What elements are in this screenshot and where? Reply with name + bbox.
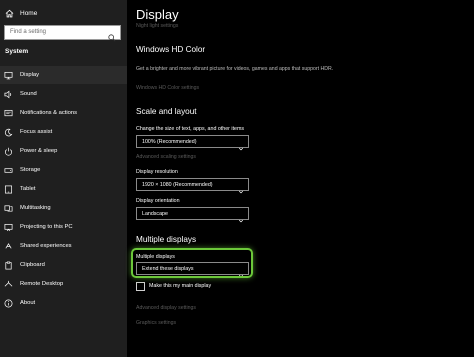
search-input[interactable]: Find a setting — [4, 25, 121, 42]
sidebar-item-label: About — [20, 300, 36, 306]
orientation-dropdown-value: Landscape — [142, 211, 168, 217]
sidebar-item-focus-assist[interactable]: Focus assist — [0, 123, 127, 141]
sidebar-item-label: Tablet — [20, 186, 36, 192]
home-nav-item[interactable]: Home — [5, 9, 37, 18]
sidebar-item-remote-desktop[interactable]: Remote Desktop — [0, 275, 127, 293]
sidebar-item-label: Focus assist — [20, 129, 53, 135]
resolution-dropdown[interactable]: 1920 × 1080 (Recommended) — [136, 178, 249, 194]
sidebar-item-multitasking[interactable]: Multitasking — [0, 199, 127, 217]
sidebar-item-tablet[interactable]: Tablet — [0, 180, 127, 198]
home-icon — [5, 9, 14, 18]
home-label: Home — [20, 10, 38, 17]
sidebar-item-display[interactable]: Display — [0, 66, 127, 84]
remote-icon — [4, 280, 13, 289]
clipboard-icon — [4, 261, 13, 270]
sidebar-item-label: Display — [20, 72, 40, 78]
sidebar-section-title: System — [5, 48, 29, 55]
scale-layout-heading: Scale and layout — [136, 107, 197, 116]
scale-dropdown-value: 100% (Recommended) — [142, 139, 197, 145]
night-light-settings-link[interactable]: Night light settings — [136, 23, 178, 29]
moon-icon — [4, 128, 13, 137]
chevron-down-icon — [238, 182, 244, 200]
multitasking-icon — [4, 204, 13, 213]
multiple-displays-heading: Multiple displays — [136, 235, 197, 244]
sidebar-item-label: Power & sleep — [20, 148, 58, 154]
sidebar-item-storage[interactable]: Storage — [0, 161, 127, 179]
sidebar-item-power-sleep[interactable]: Power & sleep — [0, 142, 127, 160]
storage-icon — [4, 166, 13, 175]
hd-color-heading: Windows HD Color — [136, 45, 206, 54]
search-icon[interactable] — [108, 29, 116, 47]
sidebar-item-label: Notifications & actions — [20, 110, 78, 116]
sidebar-item-label: Projecting to this PC — [20, 224, 73, 230]
settings-sidebar: Home Find a setting System Display Sound… — [0, 0, 127, 357]
power-icon — [4, 147, 13, 156]
advanced-scaling-link[interactable]: Advanced scaling settings — [136, 154, 196, 160]
scale-size-label: Change the size of text, apps, and other… — [136, 126, 245, 132]
main-display-checkbox[interactable] — [136, 282, 145, 291]
graphics-settings-link[interactable]: Graphics settings — [136, 320, 176, 326]
page-title: Display — [136, 7, 179, 22]
scale-dropdown[interactable]: 100% (Recommended) — [136, 135, 249, 151]
sidebar-item-about[interactable]: About — [0, 294, 127, 312]
sidebar-item-shared-experiences[interactable]: Shared experiences — [0, 237, 127, 255]
tablet-icon — [4, 185, 13, 194]
shared-icon — [4, 242, 13, 251]
sidebar-item-sound[interactable]: Sound — [0, 85, 127, 103]
hd-color-description: Get a brighter and more vibrant picture … — [136, 66, 334, 72]
advanced-display-settings-link[interactable]: Advanced display settings — [136, 305, 196, 311]
monitor-icon — [4, 71, 13, 80]
sidebar-item-notifications[interactable]: Notifications & actions — [0, 104, 127, 122]
speaker-icon — [4, 90, 13, 99]
sidebar-item-clipboard[interactable]: Clipboard — [0, 256, 127, 274]
sidebar-item-label: Storage — [20, 167, 41, 173]
sidebar-item-projecting[interactable]: Projecting to this PC — [0, 218, 127, 236]
hd-color-settings-link[interactable]: Windows HD Color settings — [136, 85, 199, 91]
search-placeholder: Find a setting — [10, 29, 47, 35]
orientation-label: Display orientation — [136, 198, 180, 204]
sidebar-item-label: Sound — [20, 91, 37, 97]
main-display-label: Make this my main display — [149, 283, 212, 289]
chevron-down-icon — [238, 139, 244, 157]
sidebar-item-label: Shared experiences — [20, 243, 72, 249]
chevron-down-icon — [238, 211, 244, 229]
sidebar-item-label: Multitasking — [20, 205, 51, 211]
projector-icon — [4, 223, 13, 232]
resolution-label: Display resolution — [136, 169, 178, 175]
info-icon — [4, 299, 13, 308]
sidebar-item-label: Clipboard — [20, 262, 45, 268]
sidebar-item-label: Remote Desktop — [20, 281, 64, 287]
orientation-dropdown[interactable]: Landscape — [136, 207, 249, 223]
multiple-displays-highlight — [131, 248, 253, 278]
notifications-icon — [4, 109, 13, 118]
display-settings-page: Display Night light settings Windows HD … — [127, 0, 474, 357]
resolution-dropdown-value: 1920 × 1080 (Recommended) — [142, 182, 213, 188]
